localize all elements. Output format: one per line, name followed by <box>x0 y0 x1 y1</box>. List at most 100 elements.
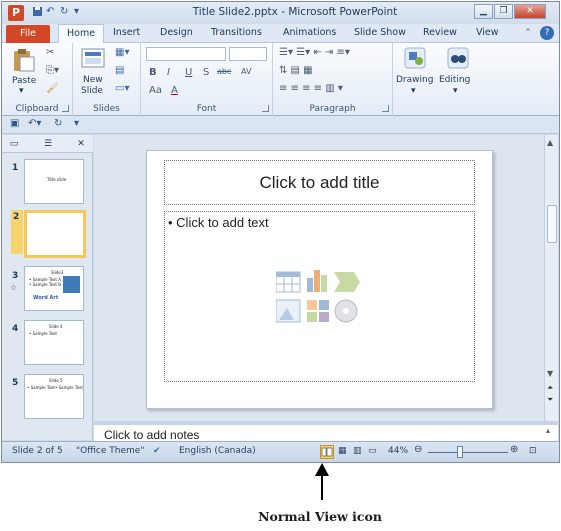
zoom-slider-thumb[interactable] <box>457 446 463 458</box>
slide-number: 5 <box>12 378 19 388</box>
slide-sorter-view-icon[interactable]: ▦ <box>338 446 347 456</box>
insert-media-icon <box>334 299 358 323</box>
slide-thumbnail-3[interactable]: Slide3 • Sample Text A • Sample Text B W… <box>24 266 84 311</box>
notes-scroll-icon[interactable]: ▴ <box>546 426 550 435</box>
undo-icon[interactable]: ↶▾ <box>28 118 41 129</box>
tab-view[interactable]: View <box>476 27 499 38</box>
tab-slide-show[interactable]: Slide Show <box>354 27 406 38</box>
clipboard-launcher-icon[interactable] <box>62 105 69 112</box>
italic-button[interactable]: I <box>167 67 170 78</box>
shadow-button[interactable]: S <box>203 67 209 78</box>
save-icon[interactable]: ▣ <box>10 118 19 129</box>
thumbnail-text: • Sample Text B <box>29 282 62 287</box>
tab-review[interactable]: Review <box>423 27 457 38</box>
title-placeholder[interactable]: Click to add title <box>164 160 475 205</box>
title-placeholder-text: Click to add title <box>259 173 380 192</box>
quick-undo-icon[interactable]: ↶ <box>46 6 54 17</box>
tab-transitions[interactable]: Transitions <box>211 27 262 38</box>
quick-save-icon[interactable] <box>32 6 43 20</box>
close-pane-icon[interactable]: ✕ <box>74 137 88 151</box>
editing-button[interactable]: Editing <box>439 75 470 85</box>
spell-check-icon[interactable]: ✔ <box>153 446 161 456</box>
paste-dropdown-icon[interactable]: ▾ <box>19 86 24 96</box>
slides-pane: ▭ ☰ ✕ 1 Title slide 2 3 ☆ Slide3 • Sampl… <box>2 135 93 440</box>
notes-pane[interactable]: Click to add notes ▴ <box>94 421 558 442</box>
slide-thumbnail-4[interactable]: Slide 4 • Sample Text <box>24 320 84 365</box>
slides-group-label: Slides <box>93 104 120 114</box>
quick-access-dropdown-icon[interactable]: ▾ <box>74 6 79 17</box>
strikethrough-button[interactable]: abc <box>217 67 231 76</box>
bullets-icon[interactable]: ☰▾ ☰▾ ⇤ ⇥ ≡▾ <box>279 47 350 58</box>
restore-button[interactable]: ❐ <box>494 4 513 19</box>
font-name-box[interactable] <box>146 47 226 61</box>
layout-icon[interactable]: ▦▾ <box>115 47 129 58</box>
tab-file[interactable]: File <box>6 25 50 43</box>
zoom-level[interactable]: 44% <box>388 446 408 456</box>
reading-view-icon[interactable]: ▥ <box>353 446 362 456</box>
previous-slide-icon[interactable]: ⏶ <box>547 383 553 393</box>
minimize-ribbon-icon[interactable]: ⌃ <box>521 26 535 40</box>
new-slide-button-line2[interactable]: Slide <box>81 86 103 96</box>
cut-icon[interactable]: ✂ <box>46 47 54 58</box>
change-case-button[interactable]: Aa <box>149 85 162 96</box>
outline-tab-icon[interactable]: ☰ <box>36 137 60 151</box>
slide-number: 2 <box>11 210 23 254</box>
redo-icon[interactable]: ↻ <box>54 118 62 129</box>
editing-dropdown-icon[interactable]: ▾ <box>453 86 458 96</box>
font-size-box[interactable] <box>229 47 267 61</box>
underline-button[interactable]: U <box>185 67 192 78</box>
zoom-slider-track[interactable] <box>428 452 508 453</box>
zoom-out-icon[interactable]: ⊖ <box>414 444 422 455</box>
new-slide-icon[interactable] <box>81 48 105 73</box>
fit-to-window-icon[interactable]: ⊡ <box>529 446 537 456</box>
slide-thumbnail-1[interactable]: Title slide <box>24 159 84 204</box>
reset-icon[interactable]: ▤ <box>115 65 124 76</box>
slide-number: 3 <box>12 271 19 281</box>
slide-thumbnail-2[interactable] <box>24 210 86 258</box>
scroll-down-icon[interactable]: ▼ <box>547 369 553 378</box>
tab-home[interactable]: Home <box>58 24 105 44</box>
language-status[interactable]: English (Canada) <box>179 446 256 456</box>
new-slide-button[interactable]: New <box>83 75 103 85</box>
powerpoint-app-icon[interactable]: P <box>8 5 24 21</box>
drawing-button[interactable]: Drawing <box>396 75 433 85</box>
editing-group: Editing ▾ <box>437 43 477 116</box>
tab-animations[interactable]: Animations <box>283 27 336 38</box>
copy-icon[interactable]: ⎘▾ <box>46 65 59 76</box>
slide-show-view-icon[interactable]: ▭ <box>368 446 377 456</box>
font-color-button[interactable]: A <box>171 85 178 96</box>
clipboard-group: Paste ▾ ✂ ⎘▾ 🖌 Clipboard <box>2 43 73 116</box>
align-icons[interactable]: ≡ ≡ ≡ ≡ ▥ ▾ <box>279 83 343 94</box>
editing-icon[interactable] <box>447 47 469 72</box>
quick-redo-icon[interactable]: ↻ <box>60 6 68 17</box>
close-button[interactable]: ✕ <box>514 4 546 19</box>
bold-button[interactable]: B <box>149 67 157 78</box>
text-direction-icon[interactable]: ⇅ ▤ ▦ <box>279 65 313 76</box>
help-icon[interactable]: ? <box>540 26 554 40</box>
scroll-up-icon[interactable]: ▲ <box>547 138 553 147</box>
customize-toolbar-icon[interactable]: ▾ <box>74 118 79 129</box>
paste-icon[interactable] <box>12 47 36 76</box>
vertical-scrollbar[interactable]: ▲ ▼ ⏶ ⏷ <box>544 135 558 421</box>
tab-design[interactable]: Design <box>160 27 193 38</box>
drawing-dropdown-icon[interactable]: ▾ <box>411 86 416 96</box>
paragraph-launcher-icon[interactable] <box>382 105 389 112</box>
zoom-in-icon[interactable]: ⊕ <box>510 444 518 455</box>
slides-tab-icon[interactable]: ▭ <box>4 137 24 151</box>
drawing-icon[interactable] <box>404 47 426 72</box>
slide-thumbnail-5[interactable]: Slide 5 • Sample Text • Sample Text <box>24 374 84 419</box>
font-launcher-icon[interactable] <box>262 105 269 112</box>
minimize-button[interactable]: ▁ <box>474 4 493 19</box>
normal-view-button[interactable] <box>320 445 334 459</box>
section-icon[interactable]: ▭▾ <box>115 83 129 94</box>
font-group-label: Font <box>196 104 217 114</box>
scroll-thumb[interactable] <box>547 205 557 243</box>
slides-group: New Slide ▦▾ ▤ ▭▾ Slides <box>73 43 141 116</box>
content-placeholder[interactable]: • Click to add text <box>164 211 475 382</box>
paste-button[interactable]: Paste <box>12 76 36 86</box>
character-spacing-button[interactable]: AV <box>241 67 251 76</box>
thumbnail-shape <box>63 276 80 293</box>
format-painter-icon[interactable]: 🖌 <box>46 83 59 94</box>
tab-insert[interactable]: Insert <box>113 27 140 38</box>
next-slide-icon[interactable]: ⏷ <box>547 395 553 405</box>
